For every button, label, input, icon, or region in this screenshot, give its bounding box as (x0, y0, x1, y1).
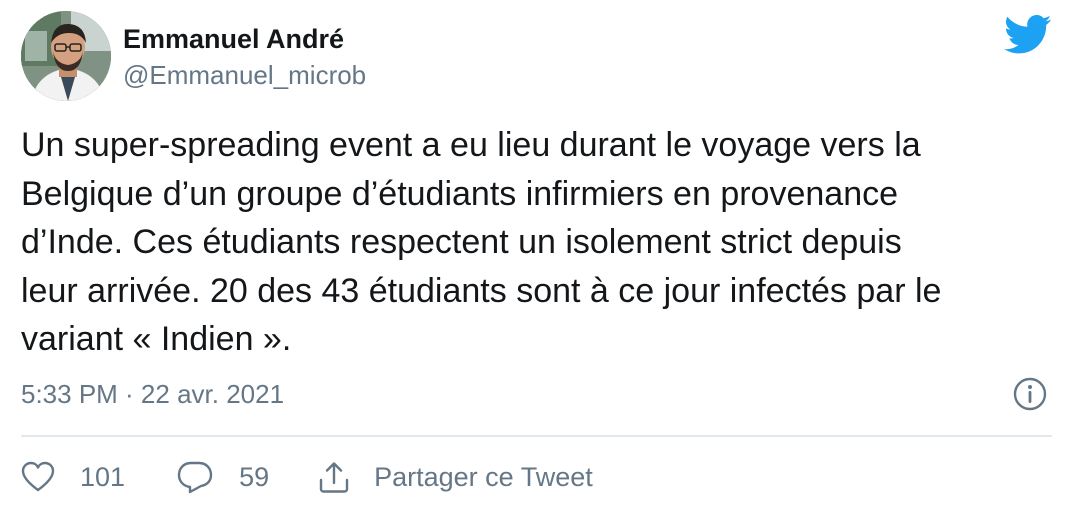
twitter-bird-icon[interactable] (1004, 15, 1052, 55)
like-count: 101 (80, 461, 126, 492)
author-name[interactable]: Emmanuel André (123, 22, 344, 56)
author-handle[interactable]: @Emmanuel_microb (123, 59, 366, 91)
share-icon (319, 462, 349, 493)
avatar-image (21, 11, 111, 101)
tweet-timestamp[interactable]: 5:33 PM · 22 avr. 2021 (21, 377, 284, 411)
tweet-text: Un super-spreading event a eu lieu duran… (21, 126, 942, 358)
heart-icon (21, 461, 55, 492)
reply-count: 59 (239, 461, 270, 492)
avatar[interactable] (21, 11, 111, 101)
reply-button[interactable]: 59 (177, 460, 317, 494)
like-button[interactable]: 101 (21, 461, 177, 493)
divider (21, 435, 1052, 437)
info-icon[interactable] (1013, 377, 1047, 411)
share-button[interactable]: Partager ce Tweet (317, 460, 593, 494)
tweet-card: Emmanuel André @Emmanuel_microb Un super… (0, 0, 1080, 506)
share-label: Partager ce Tweet (374, 461, 593, 492)
tweet-actions: 101 59 Partager ce Tweet (21, 457, 593, 497)
reply-bubble-icon (177, 461, 213, 494)
